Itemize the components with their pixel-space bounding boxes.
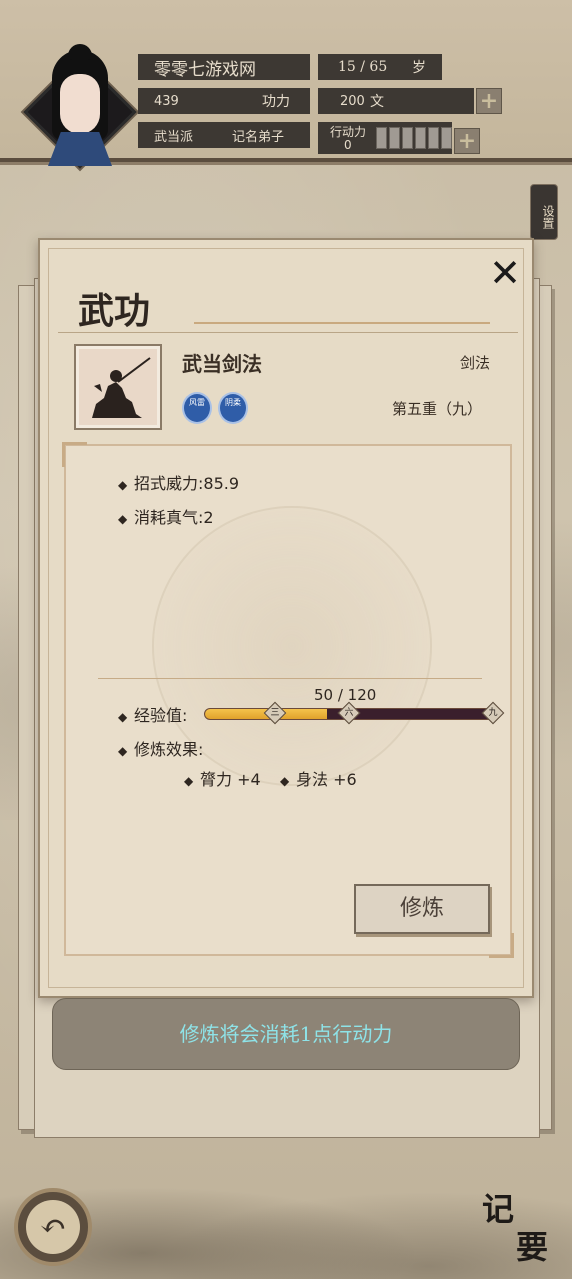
money-row: 200 文 xyxy=(318,88,474,114)
money-value: 200 xyxy=(340,93,365,109)
skill-type: 剑法 xyxy=(460,354,491,372)
avatar-topknot xyxy=(68,44,92,60)
sect-row: 武当派 记名弟子 xyxy=(138,122,310,148)
bullet-diamond-icon: ◆ xyxy=(118,512,128,526)
memo-char: 要 xyxy=(516,1228,549,1266)
xp-node-label: 三 xyxy=(270,708,280,718)
action-points-value: 0 xyxy=(344,138,352,152)
power-stat: ◆ 招式威力:85.9 xyxy=(118,470,239,494)
xp-node-label: 六 xyxy=(344,708,354,718)
add-action-points-button[interactable]: + xyxy=(454,128,480,154)
effect-item: ◆ 身法 +6 xyxy=(280,766,357,790)
effect-text: 膂力 +4 xyxy=(200,770,261,789)
skill-detail-panel: ◆ 招式威力:85.9 ◆ 消耗真气:2 50 / 120 ◆ 经验值: 三 六 九 … xyxy=(62,442,514,958)
ap-cell xyxy=(376,127,387,149)
panel-title: 武功 xyxy=(78,290,151,332)
player-name: 零零七游戏网 xyxy=(154,59,256,80)
action-points-row: 行动力 0 xyxy=(318,122,452,154)
power-label: 功力 xyxy=(262,94,290,110)
martial-arts-panel: 武功 ✕ 武当剑法 剑法 第五重（九） 风雷 阴柔 ◆ 招式威力:85.9 ◆ 消耗… xyxy=(38,238,534,998)
swordsman-icon xyxy=(92,357,151,418)
skill-icon[interactable] xyxy=(74,344,162,430)
qi-stat: ◆ 消耗真气:2 xyxy=(118,504,214,528)
player-header: 零零七游戏网 15 / 65 岁 439 功力 200 文 + 武当派 记名弟子… xyxy=(0,0,572,169)
power-stat-value: 85.9 xyxy=(203,474,240,493)
power-row: 439 功力 xyxy=(138,88,310,114)
bullet-diamond-icon: ◆ xyxy=(118,478,128,492)
bullet-diamond-icon: ◆ xyxy=(184,774,194,788)
section-divider xyxy=(98,678,482,679)
train-button[interactable]: 修炼 xyxy=(354,884,490,934)
ap-cell xyxy=(402,127,413,149)
power-value: 439 xyxy=(154,93,179,109)
badge-yin-icon[interactable]: 阴柔 xyxy=(220,394,246,422)
close-button[interactable]: ✕ xyxy=(488,254,522,292)
xp-progress-bar: 三 六 九 xyxy=(204,701,505,725)
skill-name: 武当剑法 xyxy=(182,352,262,376)
ap-cell xyxy=(428,127,439,149)
player-age: 15 / 65 xyxy=(338,59,388,75)
qi-stat-label: 消耗真气: xyxy=(134,508,204,527)
bullet-diamond-icon: ◆ xyxy=(280,774,290,788)
sect-rank: 记名弟子 xyxy=(232,129,285,145)
xp-node-label: 九 xyxy=(488,708,498,718)
skill-level: 第五重（九） xyxy=(392,400,483,418)
player-name-row: 零零七游戏网 xyxy=(138,54,310,80)
memo-button[interactable]: 记 要 xyxy=(478,1184,568,1274)
training-cost-hint: 修炼将会消耗1点行动力 xyxy=(52,998,520,1070)
player-age-unit: 岁 xyxy=(412,60,426,76)
bullet-diamond-icon: ◆ xyxy=(118,710,128,724)
back-arrow-icon: ↶ xyxy=(26,1200,80,1254)
xp-text: 50 / 120 xyxy=(314,686,377,704)
ap-cell xyxy=(441,127,452,149)
badge-yin-text: 阴柔 xyxy=(225,398,241,407)
back-button[interactable]: ↶ xyxy=(14,1188,92,1266)
qi-stat-value: 2 xyxy=(203,508,214,527)
memo-char: 记 xyxy=(482,1190,515,1228)
title-ornament xyxy=(194,322,490,324)
effect-item: ◆ 膂力 +4 xyxy=(184,766,261,790)
xp-label: 经验值: xyxy=(134,706,188,725)
effect-text: 身法 +6 xyxy=(296,770,357,789)
xp-node-9: 九 xyxy=(481,701,505,725)
ap-cell xyxy=(389,127,400,149)
title-divider xyxy=(58,332,518,333)
add-money-button[interactable]: + xyxy=(476,88,502,114)
badge-wind-text: 风雷 xyxy=(189,398,205,407)
sect-name: 武当派 xyxy=(154,129,194,145)
power-stat-label: 招式威力: xyxy=(134,474,204,493)
training-effects-heading: ◆ 修炼效果: xyxy=(118,736,203,760)
avatar-face xyxy=(60,74,100,134)
avatar[interactable] xyxy=(18,44,138,184)
ap-cell xyxy=(415,127,426,149)
xp-row: ◆ 经验值: xyxy=(118,702,187,726)
settings-button[interactable]: 设置 xyxy=(530,184,558,240)
player-age-row: 15 / 65 岁 xyxy=(318,54,442,80)
action-points-bar xyxy=(376,127,452,149)
money-unit: 文 xyxy=(370,94,384,110)
effects-label: 修炼效果: xyxy=(134,740,204,759)
bullet-diamond-icon: ◆ xyxy=(118,744,128,758)
badge-wind-icon[interactable]: 风雷 xyxy=(184,394,210,422)
